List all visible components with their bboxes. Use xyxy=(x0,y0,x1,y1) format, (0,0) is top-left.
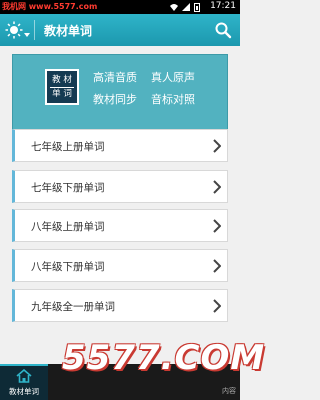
feature-tag: 教材同步 xyxy=(93,93,137,106)
list-item-label: 七年级下册单词 xyxy=(31,182,105,194)
site-watermark: 5577.COM xyxy=(62,338,266,378)
chevron-right-icon xyxy=(213,299,221,313)
page-title: 教材单词 xyxy=(44,24,93,38)
search-icon[interactable] xyxy=(214,21,232,39)
chevron-right-icon xyxy=(213,180,221,194)
list-item-label: 九年级全一册单词 xyxy=(31,301,115,313)
feature-tag: 真人原声 xyxy=(151,71,195,84)
list-item-label: 八年级下册单词 xyxy=(31,261,105,273)
book-logo-bottom: 单 词 xyxy=(50,86,74,100)
list-item-label: 七年级上册单词 xyxy=(31,141,105,153)
brightness-button[interactable] xyxy=(0,14,34,46)
list-item-grade7-vol1[interactable]: 七年级上册单词 xyxy=(12,129,228,162)
wifi-icon xyxy=(170,4,178,11)
title-divider xyxy=(34,20,35,40)
feature-tag: 高清音质 xyxy=(93,71,137,84)
signal-icon xyxy=(182,3,190,11)
status-icons xyxy=(170,2,200,12)
list-item-grade8-vol2[interactable]: 八年级下册单词 xyxy=(12,249,228,282)
home-icon xyxy=(16,369,32,383)
nav-tab-textbook-words[interactable]: 教材单词 xyxy=(0,364,48,400)
title-bar: 教材单词 xyxy=(0,14,240,46)
feature-tag: 音标对照 xyxy=(151,93,195,106)
list-item-grade7-vol2[interactable]: 七年级下册单词 xyxy=(12,170,228,203)
status-bar: 我机网 www.5577.com 17:21 xyxy=(0,0,240,14)
brightness-icon xyxy=(5,21,22,39)
list-item-grade8-vol1[interactable]: 八年级上册单词 xyxy=(12,209,228,242)
chevron-right-icon xyxy=(213,219,221,233)
book-logo: 教 材 单 词 xyxy=(45,69,79,105)
chevron-right-icon xyxy=(213,139,221,153)
nav-tab-label: 教材单词 xyxy=(9,387,39,396)
list-item-label: 八年级上册单词 xyxy=(31,221,105,233)
book-logo-top: 教 材 xyxy=(52,74,72,85)
battery-icon xyxy=(194,2,200,12)
dropdown-arrow-icon xyxy=(23,33,30,37)
status-time: 17:21 xyxy=(210,1,236,11)
chevron-right-icon xyxy=(213,259,221,273)
list-item-grade9[interactable]: 九年级全一册单词 xyxy=(12,289,228,322)
status-watermark: 我机网 www.5577.com xyxy=(2,2,98,11)
